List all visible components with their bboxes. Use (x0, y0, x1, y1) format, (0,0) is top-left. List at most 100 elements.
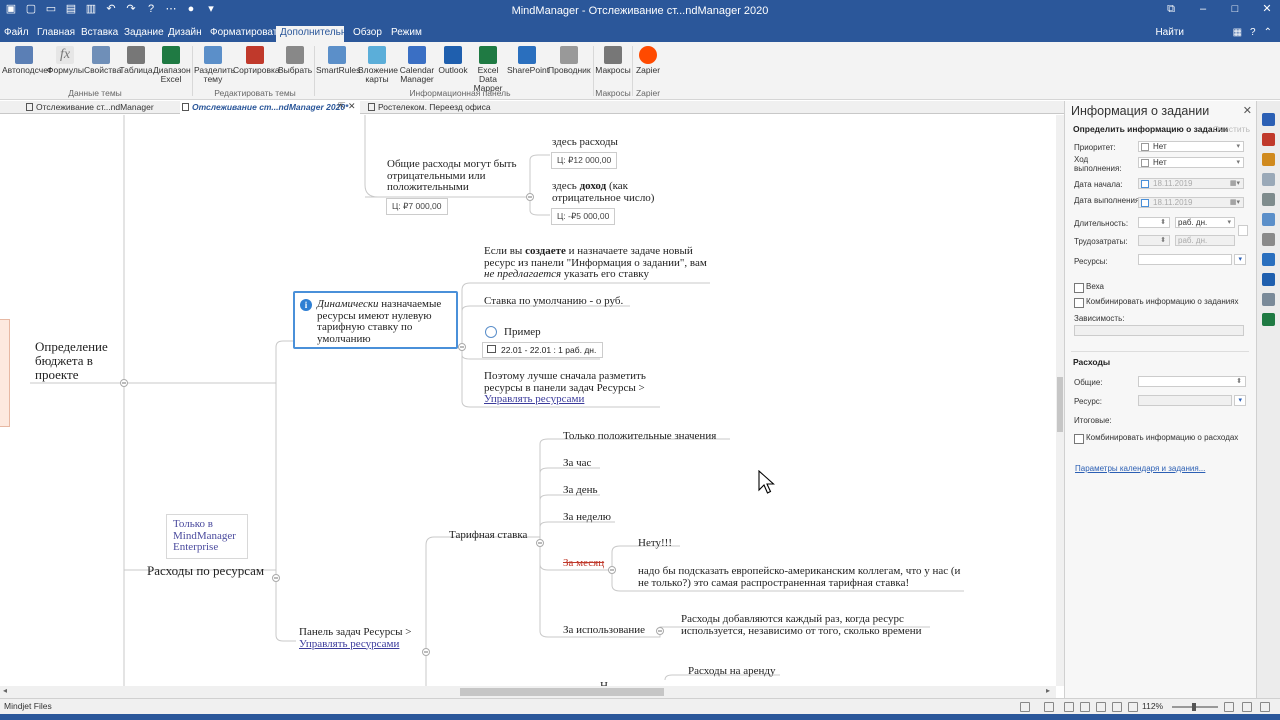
topic-here-expenses[interactable]: здесь расходы (552, 136, 618, 149)
combine-costs-checkbox[interactable]: Комбинировать информацию о расходах (1074, 433, 1238, 444)
find-button[interactable]: Найти (1155, 27, 1184, 38)
pin-tab-icon[interactable]: ⇱ (338, 101, 346, 112)
topic-rate[interactable]: Тарифная ставка (449, 529, 527, 542)
layout-icon[interactable]: ▦ (1233, 27, 1242, 38)
view-icon[interactable] (1064, 702, 1074, 712)
total-costs-input[interactable]: ⬍ (1138, 376, 1246, 387)
macros-button[interactable]: Макросы (595, 44, 631, 75)
close-icon[interactable]: ✕ (1260, 2, 1274, 16)
resources-dropdown[interactable]: ▾ (1234, 254, 1246, 265)
doc-tab-2[interactable]: Отслеживание ст...ndManager 2020* (180, 101, 360, 114)
combine-tasks-checkbox[interactable]: Комбинировать информацию о заданиях (1074, 297, 1239, 308)
markers-icon[interactable] (1262, 133, 1275, 146)
fit-map-icon[interactable] (1112, 702, 1122, 712)
topic-none[interactable]: Нету!!! (638, 537, 672, 550)
milestone-checkbox[interactable]: Веха (1074, 282, 1104, 293)
close-tab-icon[interactable]: ✕ (348, 101, 356, 112)
effort-unit-select[interactable]: раб. дн. (1175, 235, 1235, 246)
excel-range-button[interactable]: Диапазон Excel (153, 44, 191, 84)
stepper-icon[interactable]: ⬍ (1160, 236, 1166, 245)
outlook-tasks-icon[interactable] (1262, 273, 1275, 286)
search-icon[interactable] (1262, 233, 1275, 246)
outlook-icon[interactable] (1262, 253, 1275, 266)
mindjet-files-menu[interactable]: Mindjet Files (4, 701, 52, 711)
split-topic-button[interactable]: Разделить тему (194, 44, 235, 84)
excel-icon[interactable] (1262, 313, 1275, 326)
resource-cost-input[interactable] (1138, 395, 1232, 406)
autocalc-button[interactable]: Автоподсчет (2, 44, 52, 75)
topic-general-expenses[interactable]: Общие расходы могут быть отрицательными … (387, 158, 527, 194)
due-date-field[interactable]: 18.11.2019 ▦▾ (1138, 197, 1244, 208)
stepper-icon[interactable]: ⬍ (1160, 218, 1166, 227)
tags-icon[interactable] (1262, 213, 1275, 226)
topic-hint[interactable]: надо бы подсказать европейско-американск… (638, 565, 964, 589)
collapse-icon[interactable] (1096, 702, 1106, 712)
tab-file[interactable]: Файл (0, 26, 33, 42)
select-button[interactable]: Выбрать (278, 44, 312, 75)
explorer-button[interactable]: Проводник (548, 44, 591, 75)
vertical-scroll-thumb[interactable] (1057, 377, 1063, 432)
duration-unit-select[interactable]: раб. дн. ▾ (1175, 217, 1235, 228)
topic-better-first[interactable]: Поэтому лучше сначала разметить ресурсы … (484, 370, 660, 406)
topic-positive-only[interactable]: Только положительные значения (563, 430, 716, 443)
formulas-button[interactable]: fx Формулы (47, 44, 84, 75)
topic-task-panel-resources[interactable]: Панель задач Ресурсы > Управлять ресурса… (299, 626, 419, 650)
focus-icon[interactable] (1044, 702, 1054, 712)
topic-per-month[interactable]: За месяц (563, 557, 604, 570)
tab-design[interactable]: Дизайн (164, 26, 206, 42)
topic-default-rate[interactable]: Ставка по умолчанию - о руб. (484, 295, 623, 308)
tab-advanced[interactable]: Дополнительно (276, 26, 352, 42)
dependency-select[interactable] (1074, 325, 1244, 336)
filter-icon[interactable] (1020, 702, 1030, 712)
excel-data-mapper-button[interactable]: Excel Data Mapper (469, 44, 507, 93)
topic-per-hour[interactable]: За час (563, 457, 591, 470)
calendar-icon[interactable] (1262, 153, 1275, 166)
fit-page-icon[interactable] (1224, 702, 1234, 712)
calendar-dropdown-icon[interactable]: ▦▾ (1230, 179, 1240, 188)
panel-close-icon[interactable]: ✕ (1243, 104, 1252, 117)
duration-input[interactable]: ⬍ (1138, 217, 1170, 228)
topic-per-week[interactable]: За неделю (563, 511, 611, 524)
full-screen-icon[interactable] (1260, 702, 1270, 712)
ribbon-display-icon[interactable]: ⧉ (1164, 2, 1178, 16)
start-date-checkbox[interactable] (1141, 180, 1149, 188)
topic-example[interactable]: Пример (504, 326, 541, 339)
topic-create-resource[interactable]: Если вы создаете и назначаете задаче нов… (484, 245, 710, 281)
tab-format[interactable]: Форматировать (206, 26, 287, 42)
zapier-button[interactable]: Zapier (633, 44, 663, 75)
topic-per-day[interactable]: За день (563, 484, 598, 497)
tab-view[interactable]: Режим (387, 26, 426, 42)
web-icon[interactable] (1262, 293, 1275, 306)
topic-budget-definition[interactable]: Определение бюджета в проекте (35, 340, 119, 382)
tab-review[interactable]: Обзор (349, 26, 386, 42)
zoom-slider[interactable] (1172, 703, 1218, 711)
due-date-checkbox[interactable] (1141, 199, 1149, 207)
start-date-field[interactable]: 18.11.2019 ▦▾ (1138, 178, 1244, 189)
priority-select[interactable]: Нет ▾ (1138, 141, 1244, 152)
topic-per-use-desc[interactable]: Расходы добавляются каждый раз, когда ре… (681, 613, 933, 637)
minimize-icon[interactable]: – (1196, 2, 1210, 16)
library-icon[interactable] (1262, 193, 1275, 206)
help-circle-icon[interactable]: ? (1250, 27, 1256, 38)
doc-tab-3[interactable]: Ростелеком. Переезд офиса (366, 101, 496, 114)
resource-cost-dropdown[interactable]: ▾ (1234, 395, 1246, 406)
table-button[interactable]: Таблица (119, 44, 153, 75)
tab-task[interactable]: Задание (120, 26, 168, 42)
map-canvas[interactable]: Определение бюджета в проекте Общие расх… (0, 115, 1056, 686)
collapse-ribbon-icon[interactable]: ⌃ (1264, 27, 1272, 38)
properties-button[interactable]: Свойства (84, 44, 121, 75)
manage-resources-link[interactable]: Управлять ресурсами (484, 393, 584, 405)
expand-icon[interactable] (1080, 702, 1090, 712)
resources-input[interactable] (1138, 254, 1232, 265)
vertical-scrollbar[interactable] (1056, 115, 1064, 686)
calendar-manager-button[interactable]: Calendar Manager (397, 44, 437, 84)
topic-here-income[interactable]: здесь доход (как отрицательное число) (552, 180, 670, 204)
duration-lock-checkbox[interactable] (1238, 225, 1248, 236)
topic-per-use[interactable]: За использование (563, 624, 645, 637)
horizontal-scrollbar[interactable]: ◂ ▸ (0, 686, 1056, 698)
map-attachment-button[interactable]: Вложение карты (358, 44, 398, 84)
maximize-icon[interactable]: □ (1228, 2, 1242, 16)
clear-link[interactable]: Очистить (1213, 124, 1250, 134)
doc-tab-1[interactable]: Отслеживание ст...ndManager 2020 (24, 101, 174, 124)
note-enterprise-only[interactable]: Только в MindManager Enterprise (166, 514, 248, 559)
